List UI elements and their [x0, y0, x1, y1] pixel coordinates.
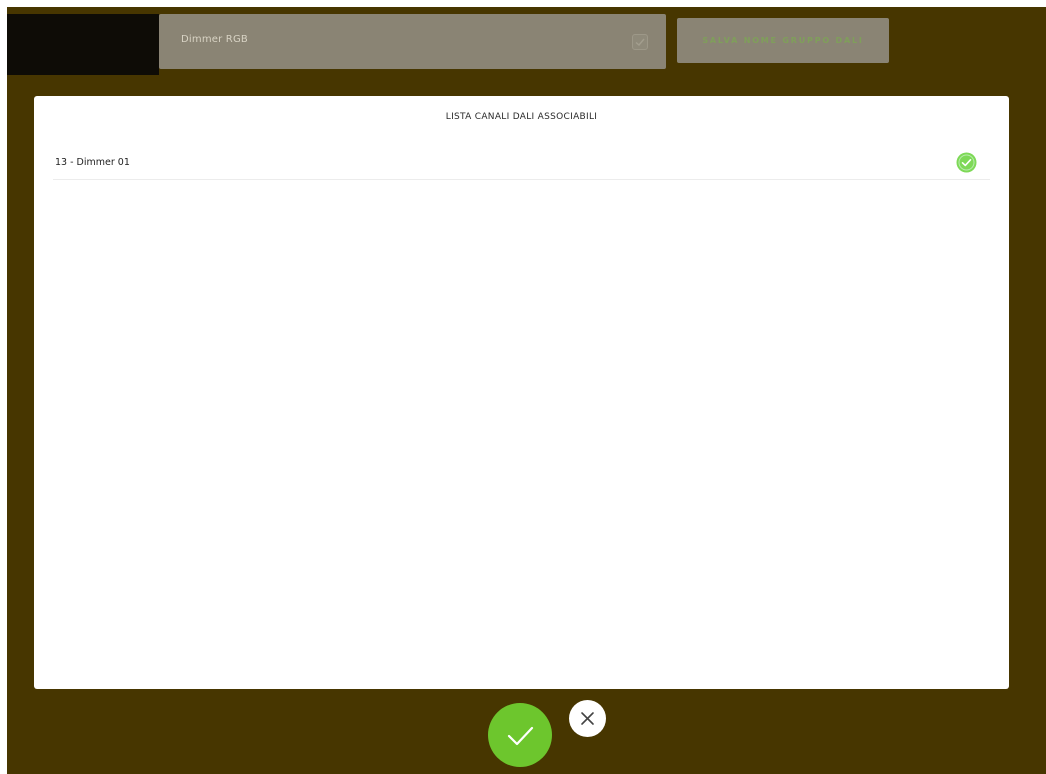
- dialog-title: LISTA CANALI DALI ASSOCIABILI: [445, 112, 598, 122]
- check-circle-icon[interactable]: [956, 152, 977, 173]
- channel-list-item[interactable]: 13 - Dimmer 01: [53, 145, 990, 180]
- confirm-button[interactable]: [488, 703, 552, 767]
- check-icon: [507, 726, 534, 746]
- save-group-name-button[interactable]: SALVA NOME GRUPPO DALI: [677, 18, 889, 63]
- cancel-button[interactable]: [569, 700, 606, 737]
- app-screen: Dimmer RGB SALVA NOME GRUPPO DALI LISTA …: [7, 7, 1046, 774]
- group-name-value: Dimmer RGB: [181, 34, 248, 45]
- channel-list-dialog: LISTA CANALI DALI ASSOCIABILI 13 - Dimme…: [34, 96, 1009, 689]
- header-left-block: [7, 14, 159, 75]
- group-name-field[interactable]: Dimmer RGB: [159, 14, 666, 69]
- channel-label: 13 - Dimmer 01: [55, 157, 130, 168]
- close-icon: [581, 712, 594, 725]
- checkbox-icon[interactable]: [632, 34, 648, 50]
